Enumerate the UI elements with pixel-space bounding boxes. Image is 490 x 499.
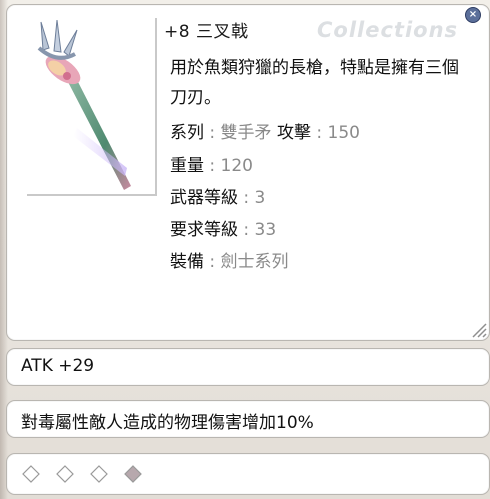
atk-bonus-panel: ATK +29: [6, 348, 490, 386]
item-title: +8 三叉戟: [164, 22, 249, 42]
card-slot-2[interactable]: [55, 464, 75, 484]
card-slot-3[interactable]: [89, 464, 109, 484]
card-slot-panel: [6, 453, 490, 495]
item-description: 用於魚類狩獵的長槍，特點是擁有三個刀刃。: [170, 58, 459, 108]
property-required-level: 要求等級 : 33: [170, 220, 277, 240]
trident-icon: [37, 19, 131, 190]
close-icon[interactable]: ×: [465, 7, 481, 23]
property-weight: 重量 : 120: [170, 156, 253, 176]
effect-text: 對毒屬性敵人造成的物理傷害增加10%: [21, 413, 314, 433]
property-equip: 裝備 : 劍士系列: [170, 252, 289, 272]
card-slot-1[interactable]: [21, 464, 41, 484]
card-slot-4[interactable]: [123, 464, 143, 484]
item-image: [27, 18, 157, 196]
resize-grip-icon[interactable]: [469, 320, 487, 338]
item-info-window: × +8 三叉戟 Collections 用於魚類狩獵的長槍，特點是擁有三個刀刃…: [6, 4, 490, 341]
property-series: 系列 : 雙手矛 攻擊 : 150: [170, 123, 360, 143]
property-weapon-level: 武器等級 : 3: [170, 188, 266, 208]
effect-panel: 對毒屬性敵人造成的物理傷害增加10%: [6, 400, 490, 438]
atk-bonus-text: ATK +29: [21, 356, 95, 376]
collections-watermark: Collections: [317, 18, 459, 42]
